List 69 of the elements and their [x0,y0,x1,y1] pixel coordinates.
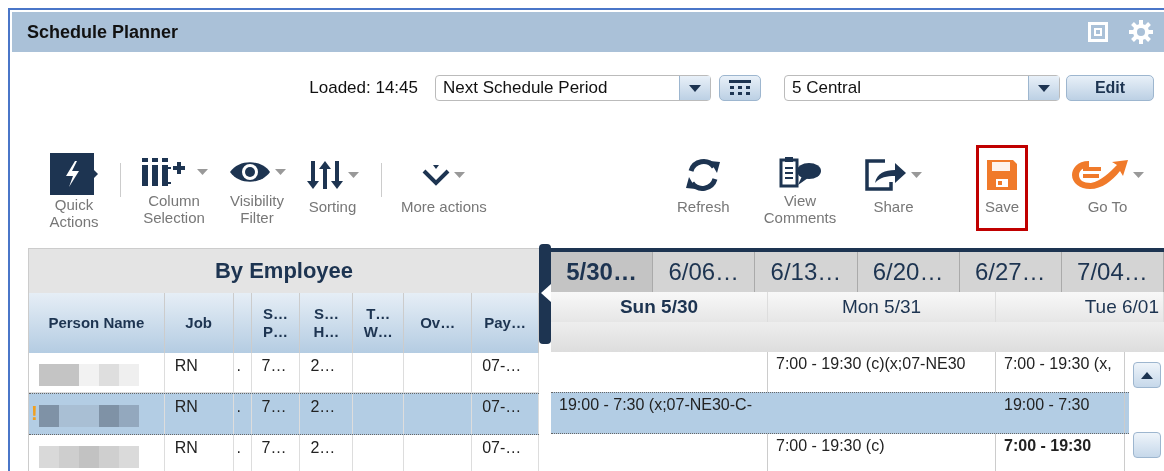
table-cell: RN [164,394,234,434]
column-header[interactable]: Ov… [404,293,473,353]
table-row[interactable]: RN . 7… 2… 07-… [29,435,539,471]
toolbar-button[interactable]: Save [976,145,1029,231]
column-header[interactable]: Job [164,293,234,353]
collapse-arrow-icon[interactable] [541,284,551,302]
clipboard-comment-icon [778,156,822,188]
calendar-button[interactable] [719,75,761,101]
table-row[interactable]: ! RN . 7… 2… 07-… [29,393,539,435]
toolbar-button[interactable]: Share [856,145,931,231]
week-tab[interactable]: 6/20… [857,252,960,292]
caret-down-icon[interactable] [1038,84,1050,92]
table-cell: . [233,435,252,471]
table-cell: 7… [251,353,301,392]
table-cell: . [233,353,252,392]
lightning-icon [49,152,99,196]
column-header[interactable]: S… P… [251,293,301,353]
column-header[interactable]: Pay… [472,293,539,353]
chevron-down-icon [422,163,451,187]
window-title: Schedule Planner [27,21,180,43]
table-cell: 07-… [472,394,539,434]
week-tab[interactable]: 7/04… [1061,252,1164,292]
loaded-time: Loaded: 14:45 [309,78,418,98]
table-cell: 2… [300,394,354,434]
week-tab[interactable]: 6/27… [959,252,1062,292]
panel-handle[interactable] [539,244,551,344]
scroll-up-button[interactable] [1132,362,1161,388]
table-cell: RN [164,353,234,392]
table-cell: 2… [300,435,354,471]
table-cell: 2… [300,353,354,392]
toolbar-button[interactable]: Column Selection [131,145,217,231]
week-tab[interactable]: 6/06… [653,252,756,292]
shift-cell-text: 19:00 - 7:30 (x;07-NE30-C- [558,395,753,415]
scroll-thumb[interactable] [1132,432,1161,458]
toolbar-button[interactable]: Refresh [668,145,739,231]
toolbar-button[interactable]: Visibility Filter [217,145,297,231]
column-header[interactable]: T… W… [353,293,405,353]
shift-cell: 7:00 - 19:30 (c) [768,434,996,471]
toolbar-button[interactable]: Sorting [297,145,368,231]
toolbar-button[interactable]: View Comments [746,145,854,231]
schedule-row[interactable]: 7:00 - 19:30 (c) 7:00 - 19:30 [551,434,1129,471]
arrow-icon [1071,159,1129,191]
table-cell: RN [164,435,234,471]
share-arrow-icon [865,159,907,191]
schedule-row[interactable]: 19:00 - 7:30 (x;07-NE30-C- 19:00 - 7:30 [551,392,1129,434]
caret-up-icon [1140,371,1153,379]
table-cell: 7… [251,435,301,471]
grid-title: By Employee [214,258,354,284]
sort-arrows-icon [306,160,344,190]
period-dropdown[interactable]: Next Schedule Period [435,75,711,101]
shift-cell: 19:00 - 7:30 [996,393,1125,433]
table-cell: 07-… [472,353,539,392]
toolbar-button[interactable]: More actions [392,145,496,231]
refresh-icon [684,157,723,193]
week-tab[interactable]: 5/30… [551,252,654,292]
shift-cell: 7:00 - 19:30 [996,434,1125,471]
table-cell: . [233,394,252,434]
column-header[interactable]: Person Name [29,293,165,353]
edit-button[interactable]: Edit [1066,75,1154,101]
column-header[interactable]: S… H… [300,293,354,353]
toolbar-button[interactable]: Go To [1062,145,1153,231]
exclamation-mark: ! [31,402,38,425]
caret-down-icon[interactable] [689,84,701,92]
table-cell: 07-… [472,435,539,471]
toolbar-button[interactable]: Quick Actions [38,145,110,231]
week-tab[interactable]: 6/13… [755,252,858,292]
calendar-grid-icon [729,80,751,96]
location-dropdown[interactable]: 5 Central [784,75,1060,101]
table-cell: 7… [251,394,301,434]
